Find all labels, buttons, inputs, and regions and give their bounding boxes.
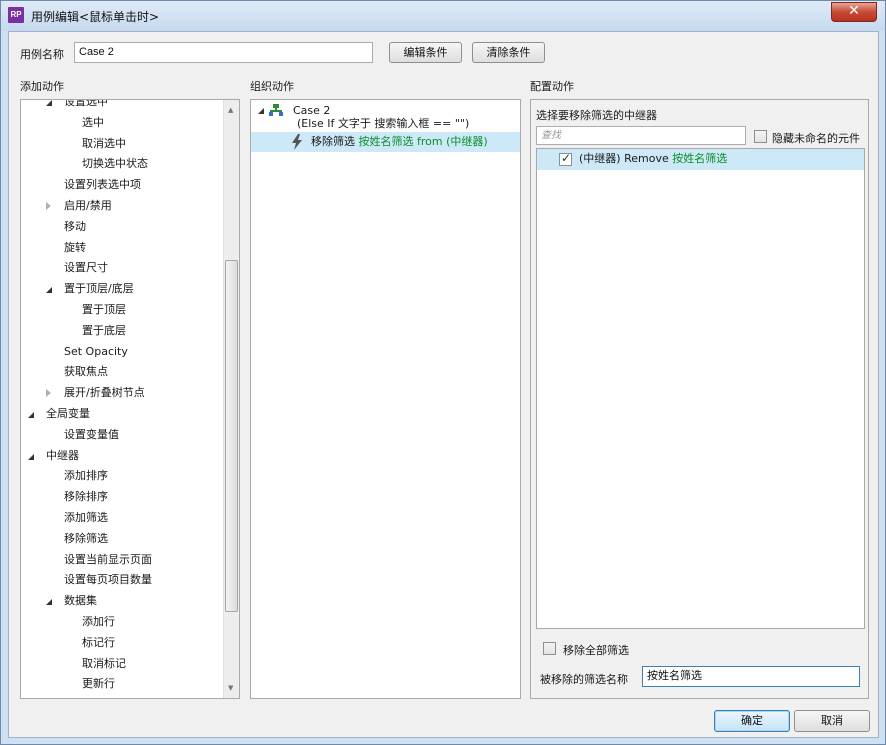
organize-action-heading: 组织动作 [250,80,294,93]
tree-item[interactable]: 启用/禁用 [64,198,112,214]
add-action-heading: 添加动作 [20,80,64,93]
title-bar[interactable]: RP 用例编辑<鼠标单击时> ✕ [1,1,885,31]
tree-item[interactable]: 设置列表选中项 [64,177,141,193]
lightning-icon [292,134,302,150]
organize-action-panel[interactable]: Case 2 (Else If 文字于 搜索输入框 == "") 移除筛选 按姓… [250,99,521,699]
repeater-item-label: (中继器) Remove 按姓名筛选 [579,151,727,167]
dialog-body: 用例名称 Case 2 编辑条件 清除条件 添加动作 组织动作 配置动作 设置选… [8,31,879,738]
tree-item[interactable]: 设置每页项目数量 [64,572,152,588]
clear-condition-button[interactable]: 清除条件 [472,42,545,63]
app-logo-icon: RP [8,7,24,23]
tree-item[interactable]: 中继器 [46,448,79,464]
case-condition: (Else If 文字于 搜索输入框 == "") [297,117,470,130]
action-name: 移除筛选 [311,135,359,148]
tree-item[interactable]: 旋转 [64,240,86,256]
action-label: 移除筛选 按姓名筛选 from (中继器) [311,134,488,150]
tree-item[interactable]: 设置尺寸 [64,260,108,276]
tree-scrollbar[interactable]: ▲ ▼ [223,100,239,698]
tree-item[interactable]: 设置选中 [64,100,108,110]
case-name-label: 用例名称 [20,48,64,61]
tree-item[interactable]: 切换选中状态 [82,156,148,172]
repeater-list-item[interactable]: (中继器) Remove 按姓名筛选 [537,149,864,170]
filter-name-label: 被移除的筛选名称 [540,673,628,686]
tree-item[interactable]: 获取焦点 [64,364,108,380]
repeater-search-input[interactable]: 查找 [536,126,746,145]
repeater-item-prefix: (中继器) Remove [579,152,673,165]
scroll-up-arrow-icon[interactable]: ▲ [228,106,233,114]
window-title: 用例编辑<鼠标单击时> [31,10,160,24]
scroll-down-arrow-icon[interactable]: ▼ [228,684,233,692]
configure-action-panel: 选择要移除筛选的中继器 查找 隐藏未命名的元件 (中继器) Remove 按姓名… [530,99,869,699]
tree-item[interactable]: 标记行 [82,635,115,651]
case-name-input[interactable]: Case 2 [74,42,373,63]
repeater-item-name: 按姓名筛选 [672,152,728,165]
tree-item[interactable]: 设置当前显示页面 [64,552,152,568]
close-icon[interactable]: ✕ [831,2,877,22]
tree-expanded-icon[interactable] [28,453,34,460]
tree-item[interactable]: 全局变量 [46,406,90,422]
action-target: 按姓名筛选 from (中继器) [358,135,488,148]
case-flow-icon [269,104,283,116]
filter-name-input[interactable]: 按姓名筛选 [642,666,860,687]
repeater-list[interactable]: (中继器) Remove 按姓名筛选 [536,148,865,629]
tree-collapsed-icon[interactable] [46,389,51,398]
tree-collapsed-icon[interactable] [46,202,51,210]
tree-item[interactable]: 展开/折叠树节点 [64,385,145,401]
configure-subheading: 选择要移除筛选的中继器 [536,109,657,122]
remove-all-label: 移除全部筛选 [563,644,629,657]
tree-item[interactable]: 取消标记 [82,656,126,672]
hide-unnamed-label: 隐藏未命名的元件 [772,132,860,145]
tree-item[interactable]: 置于顶层/底层 [64,281,134,297]
tree-item[interactable]: 移除筛选 [64,531,108,547]
hide-unnamed-checkbox[interactable] [754,130,767,143]
tree-expanded-icon[interactable] [46,100,52,106]
repeater-item-checkbox[interactable] [559,151,572,166]
tree-item[interactable]: 添加排序 [64,468,108,484]
tree-item[interactable]: 移除排序 [64,489,108,505]
tree-item[interactable]: 数据集 [64,593,97,609]
tree-item[interactable]: 选中 [82,115,104,131]
tree-item[interactable]: 取消选中 [82,136,126,152]
ok-button[interactable]: 确定 [714,710,790,732]
action-row-selected[interactable]: 移除筛选 按姓名筛选 from (中继器) [251,132,520,152]
tree-item[interactable]: 添加筛选 [64,510,108,526]
tree-item[interactable]: 移动 [64,219,86,235]
add-action-tree[interactable]: 设置选中选中取消选中切换选中状态设置列表选中项 启用/禁用移动旋转设置尺寸置于顶层… [20,99,240,699]
tree-item[interactable]: Set Opacity [64,344,128,360]
cancel-button[interactable]: 取消 [794,710,870,732]
tree-item[interactable]: 更新行 [82,676,115,692]
remove-all-checkbox[interactable] [543,642,556,655]
scroll-thumb[interactable] [225,260,238,612]
tree-item[interactable]: 设置变量值 [64,427,119,443]
tree-item[interactable]: 置于顶层 [82,302,126,318]
case-collapse-icon[interactable] [258,108,264,114]
tree-expanded-icon[interactable] [46,287,52,294]
configure-action-heading: 配置动作 [530,80,574,93]
tree-expanded-icon[interactable] [46,599,52,606]
tree-item[interactable]: 置于底层 [82,323,126,339]
tree-expanded-icon[interactable] [28,412,34,418]
dialog-window: RP 用例编辑<鼠标单击时> ✕ 用例名称 Case 2 编辑条件 清除条件 添… [0,0,886,745]
tree-item[interactable]: 添加行 [82,614,115,630]
edit-condition-button[interactable]: 编辑条件 [389,42,462,63]
